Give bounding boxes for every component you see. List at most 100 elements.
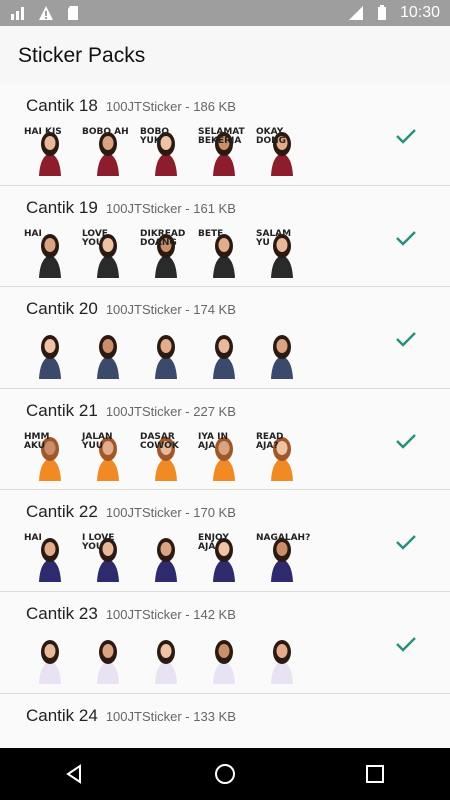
sticker-figure-icon <box>155 639 177 684</box>
sticker-caption: HAI <box>24 533 42 544</box>
pack-name: Cantik 23 <box>26 603 98 623</box>
recents-button[interactable] <box>358 757 392 791</box>
sticker-thumbnail: IYA IN AJA <box>194 429 246 481</box>
sticker-figure-icon <box>271 335 293 380</box>
sticker-thumbnail: HAI KIS <box>20 124 72 176</box>
pack-header: Cantik 20 100JTSticker - 174 KB <box>26 299 236 319</box>
added-check-icon[interactable] <box>394 632 418 656</box>
sticker-thumbnail: I LOVE YOU <box>78 530 130 583</box>
pack-publisher-size: 100JTSticker - 161 KB <box>105 200 236 216</box>
sticker-preview-strip: HMM AKU JALAN YUU DASAR COWOK IYA IN AJA REA… <box>20 429 304 481</box>
sticker-thumbnail: HAI <box>20 530 72 583</box>
sticker-figure-icon <box>97 639 119 684</box>
sticker-caption: ENJOY AJA <box>198 533 229 553</box>
sticker-thumbnail <box>136 530 188 583</box>
sticker-figure-icon <box>39 639 61 684</box>
sticker-thumbnail <box>194 327 246 380</box>
sticker-figure-icon <box>155 335 177 380</box>
pack-publisher-size: 100JTSticker - 142 KB <box>105 606 236 622</box>
sticker-caption: HMM AKU <box>24 431 50 451</box>
pack-name: Cantik 22 <box>26 502 98 522</box>
sticker-thumbnail <box>136 632 188 684</box>
pack-header: Cantik 23 100JTSticker - 142 KB <box>26 604 236 624</box>
sticker-thumbnail <box>194 632 246 684</box>
sticker-pack-row[interactable]: Cantik 22 100JTSticker - 170 KB HAI I LOVE … <box>0 490 450 592</box>
home-button[interactable] <box>208 757 242 791</box>
pack-publisher-size: 100JTSticker - 170 KB <box>105 505 236 521</box>
sticker-thumbnail <box>78 632 130 684</box>
recents-icon <box>366 765 384 783</box>
sticker-figure-icon <box>155 538 177 583</box>
sticker-figure-icon <box>271 639 293 684</box>
sticker-thumbnail <box>20 632 72 684</box>
pack-header: Cantik 19 100JTSticker - 161 KB <box>26 198 236 218</box>
app-screen: 10:30 Sticker Packs Cantik 18 100JTSticke… <box>0 0 450 800</box>
sticker-preview-strip: HAI LOVE YOU DIKREAD DOANG BETE SALAM YU <box>20 226 304 278</box>
pack-publisher-size: 100JTSticker - 186 KB <box>105 99 236 114</box>
sticker-thumbnail: BETE <box>194 226 246 278</box>
sticker-thumbnail <box>78 327 130 380</box>
pack-publisher-size: 100JTSticker - 174 KB <box>105 302 236 318</box>
sticker-thumbnail: DIKREAD DOANG <box>136 226 188 278</box>
sticker-figure-icon <box>213 639 235 684</box>
pack-header: Cantik 22 100JTSticker - 170 KB <box>26 502 236 522</box>
back-button[interactable] <box>58 757 92 791</box>
sticker-thumbnail: BOBO AH <box>78 124 130 176</box>
sticker-thumbnail: SALAM YU <box>252 226 304 278</box>
sticker-pack-row[interactable]: Cantik 21 100JTSticker - 227 KB HMM AKU JAL… <box>0 388 450 491</box>
sticker-preview-strip: HAI KIS BOBO AH BOBO YUK SELAMAT BEKERJA OKA… <box>20 124 304 176</box>
sticker-caption: SALAM YU <box>256 228 292 248</box>
sticker-preview-strip <box>20 327 304 380</box>
sd-card-icon <box>68 6 78 20</box>
sticker-caption: OKAY DONG <box>256 127 287 146</box>
battery-icon <box>377 5 386 20</box>
pack-header: Cantik 18 100JTSticker - 186 KB <box>26 96 236 116</box>
pack-header: Cantik 24 100JTSticker - 133 KB <box>26 706 236 726</box>
sticker-caption: HAI <box>24 228 42 239</box>
sticker-thumbnail: READ AJA? <box>252 429 304 481</box>
sticker-thumbnail: NAGALAH? <box>252 530 310 583</box>
clock: 10:30 <box>399 4 440 21</box>
sticker-thumbnail: LOVE YOU <box>78 226 130 278</box>
sticker-thumbnail: ENJOY AJA <box>194 530 246 583</box>
sticker-caption: SELAMAT BEKERJA <box>198 127 245 146</box>
sticker-thumbnail <box>252 327 304 380</box>
added-check-icon[interactable] <box>394 530 418 554</box>
back-icon <box>66 764 81 784</box>
added-check-icon[interactable] <box>394 124 418 148</box>
sticker-thumbnail <box>136 327 188 380</box>
sticker-caption: BOBO YUK <box>140 127 170 146</box>
sticker-pack-list: Cantik 18 100JTSticker - 186 KB HAI KIS BOB… <box>0 84 450 796</box>
added-check-icon[interactable] <box>394 327 418 351</box>
sticker-thumbnail: JALAN YUU <box>78 429 130 481</box>
sticker-pack-row[interactable]: Cantik 20 100JTSticker - 174 KB <box>0 287 450 389</box>
pack-name: Cantik 24 <box>26 705 98 725</box>
sticker-thumbnail: BOBO YUK <box>136 124 188 176</box>
sticker-thumbnail: DASAR COWOK <box>136 429 188 481</box>
sticker-pack-row[interactable]: Cantik 19 100JTSticker - 161 KB HAI LOVE YO… <box>0 185 450 288</box>
sticker-thumbnail: SELAMAT BEKERJA <box>194 124 246 176</box>
alert-icon <box>39 6 53 20</box>
sticker-thumbnail: HAI <box>20 226 72 278</box>
sticker-preview-strip: HAI I LOVE YOU ENJOY AJA NAGALAH? <box>20 530 310 583</box>
added-check-icon[interactable] <box>394 226 418 250</box>
navigation-bar <box>0 748 450 800</box>
sticker-caption: BETE <box>198 228 224 239</box>
pack-publisher-size: 100JTSticker - 133 KB <box>105 708 236 724</box>
added-check-icon[interactable] <box>394 429 418 453</box>
sticker-caption: HAI KIS <box>24 127 62 137</box>
data-icon <box>11 7 24 20</box>
sticker-thumbnail <box>252 632 304 684</box>
pack-publisher-size: 100JTSticker - 227 KB <box>105 403 236 419</box>
sticker-caption: DASAR COWOK <box>140 431 179 451</box>
home-icon <box>215 764 235 784</box>
sticker-pack-row[interactable]: Cantik 23 100JTSticker - 142 KB <box>0 591 450 694</box>
sticker-figure-icon <box>39 335 61 380</box>
status-bar: 10:30 <box>0 0 450 26</box>
sticker-caption: NAGALAH? <box>256 533 311 544</box>
pack-header: Cantik 21 100JTSticker - 227 KB <box>26 401 236 421</box>
sticker-caption: JALAN YUU <box>82 431 113 451</box>
sticker-caption: BOBO AH <box>82 127 129 137</box>
pack-name: Cantik 18 <box>26 96 98 115</box>
sticker-pack-row[interactable]: Cantik 18 100JTSticker - 186 KB HAI KIS BOB… <box>0 84 450 186</box>
